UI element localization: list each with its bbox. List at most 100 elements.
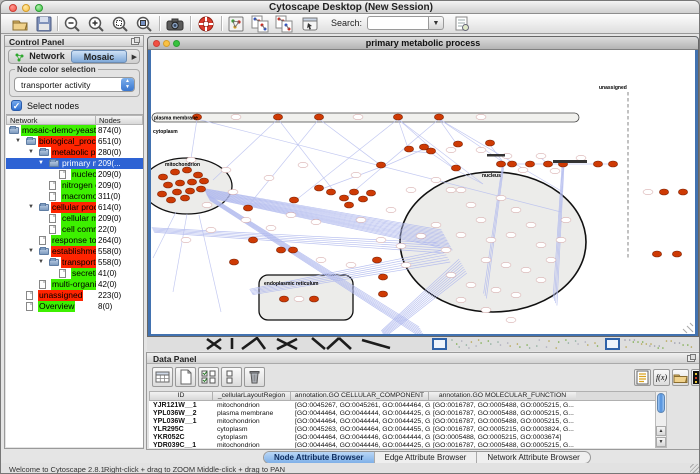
tree-item-label[interactable]: establishment of lo [51, 246, 96, 257]
node-label[interactable] [316, 257, 326, 262]
table-row[interactable]: YKR052Ccytoplasm[GO:0044464, GO:0044446,… [149, 434, 656, 442]
node[interactable] [309, 296, 318, 302]
node[interactable] [376, 162, 385, 168]
select-nodes-checkbox[interactable]: ✓ [11, 100, 22, 111]
tree-item-label[interactable]: primary metabo [61, 158, 96, 169]
node[interactable] [451, 165, 460, 171]
tab-node-attribute-browser[interactable]: Node Attribute Browser [264, 452, 375, 463]
node[interactable] [507, 161, 516, 167]
snapshot-camera-icon[interactable] [166, 15, 184, 33]
col-go-cellular-component[interactable]: annotation.GO CELLULAR_COMPONENT [290, 391, 429, 401]
node-label[interactable] [476, 217, 486, 222]
tree-row[interactable]: unassigned223(0) [6, 290, 143, 301]
scroll-up-arrow[interactable]: ▲ [656, 426, 666, 436]
node[interactable] [672, 251, 681, 257]
tree-item-label[interactable]: mosaic-demo-yeast [21, 125, 96, 136]
node[interactable] [166, 197, 175, 203]
combo-stepper-icon[interactable]: ▲▼ [121, 78, 134, 91]
col-cellular-layout-region[interactable]: _cellularLayoutRegion [212, 391, 291, 401]
tree-item-label[interactable]: macromolecule [61, 191, 96, 202]
node[interactable] [158, 174, 167, 180]
tab-edge-attribute-browser[interactable]: Edge Attribute Browser [375, 452, 478, 463]
tree-item-label[interactable]: unassigned [38, 290, 83, 301]
node-label[interactable] [401, 262, 411, 267]
node[interactable] [485, 140, 494, 146]
tree-row[interactable]: macromolecule311(0) [6, 191, 143, 202]
node[interactable] [193, 172, 202, 178]
node-label[interactable] [561, 217, 571, 222]
table-row[interactable]: YLR295Ccytoplasm[GO:0045263, GO:0044464,… [149, 426, 656, 434]
select-attributes-icon[interactable] [198, 367, 219, 387]
node[interactable] [199, 178, 208, 184]
node[interactable] [404, 146, 413, 152]
tree-row[interactable]: nitrogen compo209(0) [6, 180, 143, 191]
node[interactable] [339, 195, 348, 201]
zoom-selected-icon[interactable] [111, 15, 129, 33]
node[interactable] [196, 186, 205, 192]
node-label[interactable] [466, 282, 476, 287]
node[interactable] [172, 189, 181, 195]
node[interactable] [248, 237, 257, 243]
node[interactable] [344, 202, 353, 208]
node[interactable] [366, 190, 375, 196]
node[interactable] [170, 169, 179, 175]
tree-item-label[interactable]: response to stimulu [51, 235, 96, 246]
node[interactable] [187, 179, 196, 185]
tab-network[interactable]: Network [25, 50, 69, 63]
search-config-icon[interactable] [453, 15, 471, 33]
node-label[interactable] [491, 287, 501, 292]
tree-item-label[interactable]: biological_process [38, 136, 96, 147]
tab-network-attribute-browser[interactable]: Network Attribute Browser [477, 452, 589, 463]
tree-item-label[interactable]: cellular metabol [61, 213, 96, 224]
node-label[interactable] [206, 227, 216, 232]
node-label[interactable] [386, 207, 396, 212]
tree-item-label[interactable]: cell communicat [61, 224, 96, 235]
tree-row[interactable]: cell communicat22(0) [6, 224, 143, 235]
node[interactable] [163, 182, 172, 188]
node[interactable] [180, 195, 189, 201]
node-label[interactable] [466, 202, 476, 207]
node-label[interactable] [526, 222, 536, 227]
tab-overflow-arrow[interactable]: ▶ [132, 53, 137, 61]
node-label[interactable] [351, 172, 361, 177]
node-label[interactable] [550, 168, 560, 173]
scrollbar-thumb[interactable] [657, 393, 665, 413]
node[interactable] [288, 247, 297, 253]
attribute-table-icon[interactable] [152, 367, 173, 387]
tree-row[interactable]: Overview8(0) [6, 301, 143, 312]
node-label[interactable] [221, 167, 231, 172]
tree-row[interactable]: secretion41(0) [6, 268, 143, 279]
import-attributes-folder-icon[interactable] [672, 369, 689, 386]
node[interactable] [314, 114, 323, 120]
unselect-attributes-icon[interactable] [221, 367, 242, 387]
heatmap-icon[interactable] [691, 369, 700, 386]
node-label[interactable] [416, 233, 426, 238]
tab-mosaic[interactable]: Mosaic [71, 50, 127, 63]
import-attributes-icon[interactable] [275, 15, 293, 33]
node[interactable] [608, 161, 617, 167]
node[interactable] [525, 161, 534, 167]
node[interactable] [229, 259, 238, 265]
node-label[interactable] [456, 297, 466, 302]
node-label[interactable] [446, 187, 456, 192]
vizmapper-icon[interactable] [301, 15, 319, 33]
tree-item-label[interactable]: multi-organism pro [51, 279, 96, 290]
tree-row[interactable]: ▼biological_process651(0) [6, 136, 143, 147]
search-input[interactable] [367, 16, 429, 30]
table-scrollbar[interactable]: ▲ ▼ [655, 391, 667, 448]
node[interactable] [243, 205, 252, 211]
node[interactable] [273, 114, 282, 120]
node[interactable] [453, 141, 462, 147]
search-dropdown-button[interactable]: ▼ [429, 16, 444, 30]
node[interactable] [434, 114, 443, 120]
node[interactable] [185, 188, 194, 194]
node[interactable] [652, 251, 661, 257]
col-go-molecular-function[interactable]: annotation.GO MOLECULAR_FUNCTION [428, 391, 577, 401]
tree-row[interactable]: ▼transport558(0) [6, 257, 143, 268]
import-network-icon[interactable] [251, 15, 269, 33]
expand-arrow-icon[interactable]: ▼ [28, 204, 34, 210]
tree-row[interactable]: cellular metabol209(0) [6, 213, 143, 224]
tree-row[interactable]: ▼cellular process614(0) [6, 202, 143, 213]
zoom-out-icon[interactable] [63, 15, 81, 33]
tree-item-label[interactable]: nitrogen compo [61, 180, 96, 191]
